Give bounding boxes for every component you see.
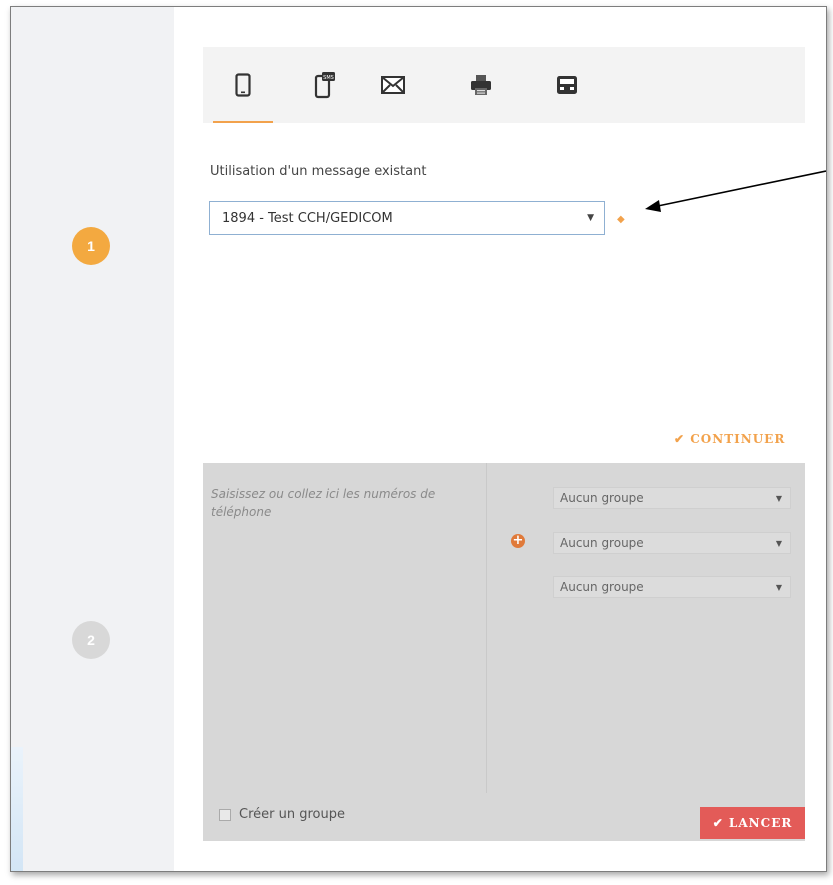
chevron-down-icon: ▼ [775,538,782,548]
group-select-value: Aucun groupe [560,536,644,550]
fax-icon [471,75,491,95]
group-select-value: Aucun groupe [560,580,644,594]
window-edge-glow [11,747,23,871]
create-group-label: Créer un groupe [239,807,345,822]
chevron-down-icon: ▼ [587,213,594,223]
create-group-option[interactable]: Créer un groupe [219,807,345,822]
existing-message-select[interactable]: 1894 - Test CCH/GEDICOM ▼ [209,201,605,235]
tab-voice[interactable] [537,47,597,123]
channel-tabbar: SMS [203,47,805,123]
sms-badge-text: SMS [323,75,334,81]
step-1-badge: 1 [72,227,110,265]
tab-mobile[interactable] [213,47,273,123]
tab-sms[interactable]: SMS [295,47,355,123]
sms-phone-icon: SMS [314,72,335,99]
add-group-button[interactable]: + [511,534,525,548]
envelope-icon [381,76,405,94]
tab-fax[interactable] [451,47,511,123]
existing-message-value: 1894 - Test CCH/GEDICOM [222,210,393,226]
existing-message-label: Utilisation d'un message existant [210,164,427,179]
create-group-checkbox[interactable] [219,808,231,821]
group-select-3[interactable]: Aucun groupe ▼ [553,576,791,598]
wizard-window: 1 2 SMS Utilisation d'un message existan… [10,6,827,872]
tab-email[interactable] [363,47,423,123]
steps-column: 1 2 [11,7,174,871]
callout-arrow-icon [645,170,826,212]
group-select-1[interactable]: Aucun groupe ▼ [553,487,791,509]
phone-numbers-textarea[interactable]: Saisissez ou collez ici les numéros de t… [203,463,487,793]
continue-button[interactable]: ✔ CONTINUER [674,432,785,446]
group-select-value: Aucun groupe [560,491,644,505]
voice-server-icon [557,76,577,94]
chevron-down-icon: ▼ [775,582,782,592]
launch-button[interactable]: ✔ LANCER [700,807,805,839]
preview-arrow-icon[interactable]: ◆ [617,214,625,225]
step-2-badge: 2 [72,621,110,659]
chevron-down-icon: ▼ [775,493,782,503]
group-select-2[interactable]: Aucun groupe ▼ [553,532,791,554]
recipients-panel: Saisissez ou collez ici les numéros de t… [203,463,805,841]
mobile-phone-icon [235,73,251,97]
